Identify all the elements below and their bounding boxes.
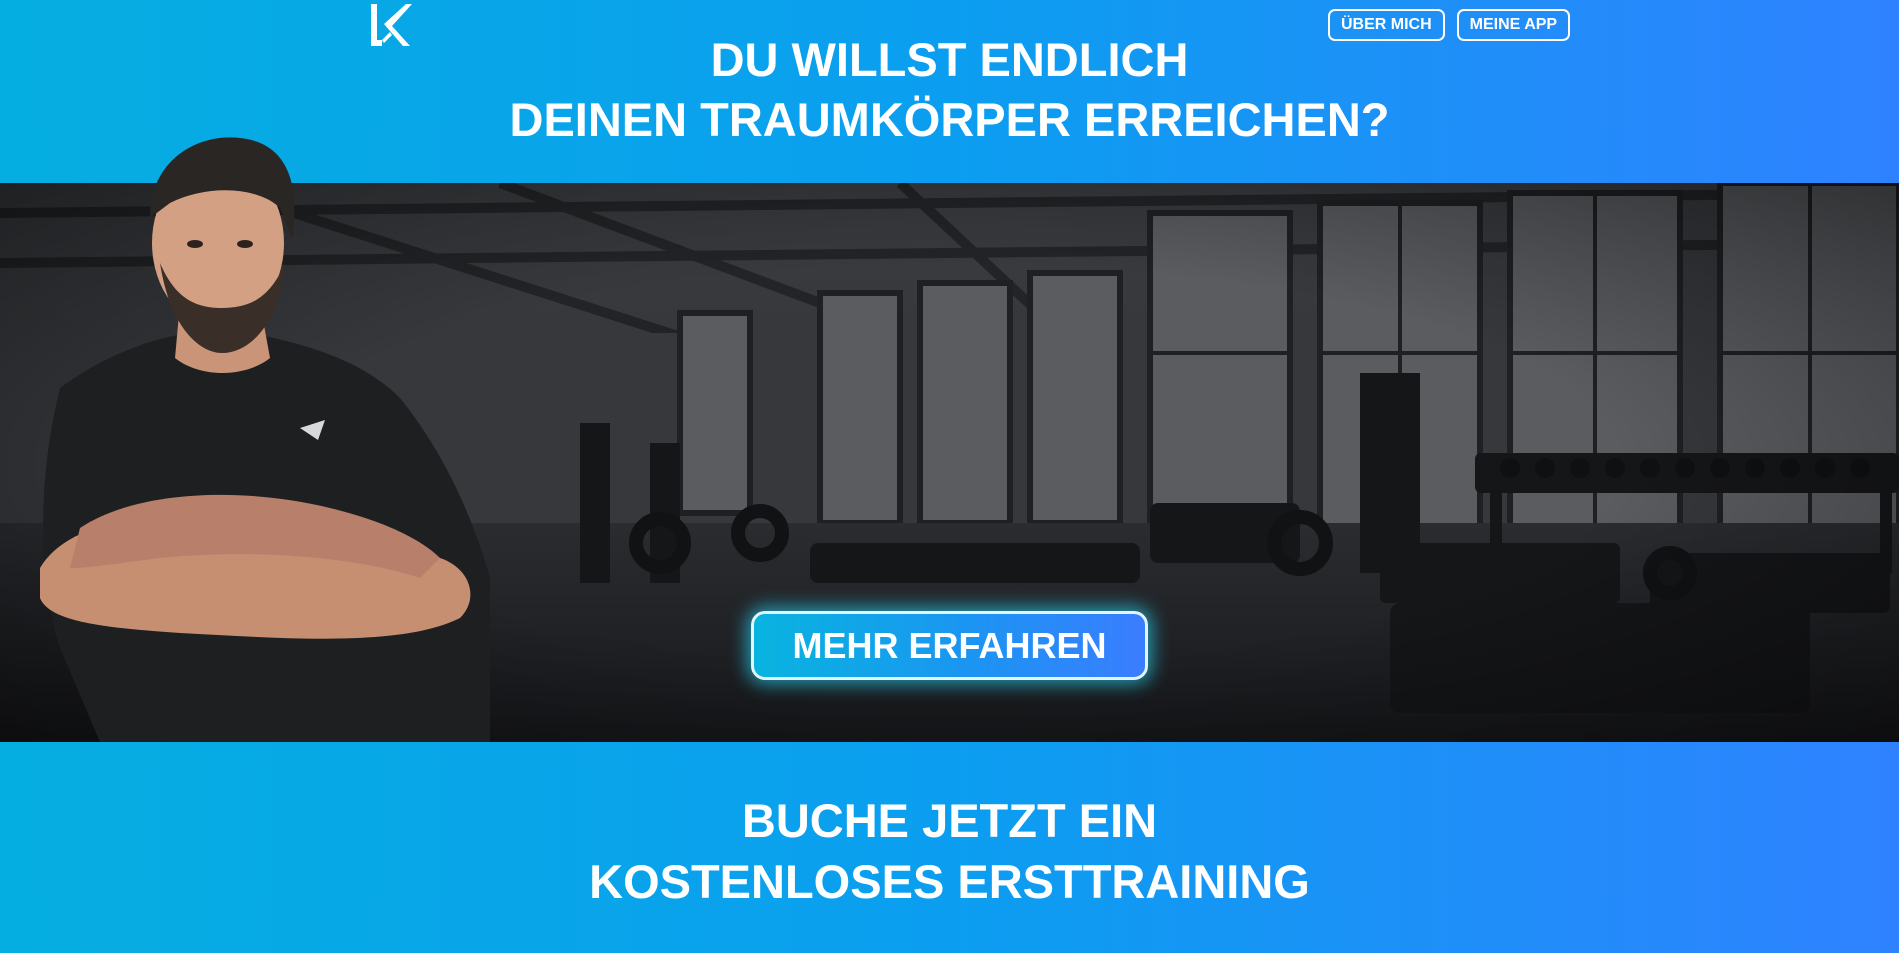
learn-more-button[interactable]: MEHR ERFAHREN bbox=[751, 611, 1148, 680]
coach-portrait-image bbox=[40, 137, 490, 742]
booking-headline-line2: KOSTENLOSES ERSTTRAINING bbox=[589, 855, 1310, 908]
booking-headline: BUCHE JETZT EIN KOSTENLOSES ERSTTRAINING bbox=[0, 790, 1899, 912]
landing-page: ÜBER MICH MEINE APP DU WILLST ENDLICH DE… bbox=[0, 0, 1899, 953]
hero-headline-line1: DU WILLST ENDLICH bbox=[710, 33, 1189, 86]
booking-section: BUCHE JETZT EIN KOSTENLOSES ERSTTRAINING bbox=[0, 742, 1899, 953]
booking-headline-line1: BUCHE JETZT EIN bbox=[741, 794, 1158, 847]
